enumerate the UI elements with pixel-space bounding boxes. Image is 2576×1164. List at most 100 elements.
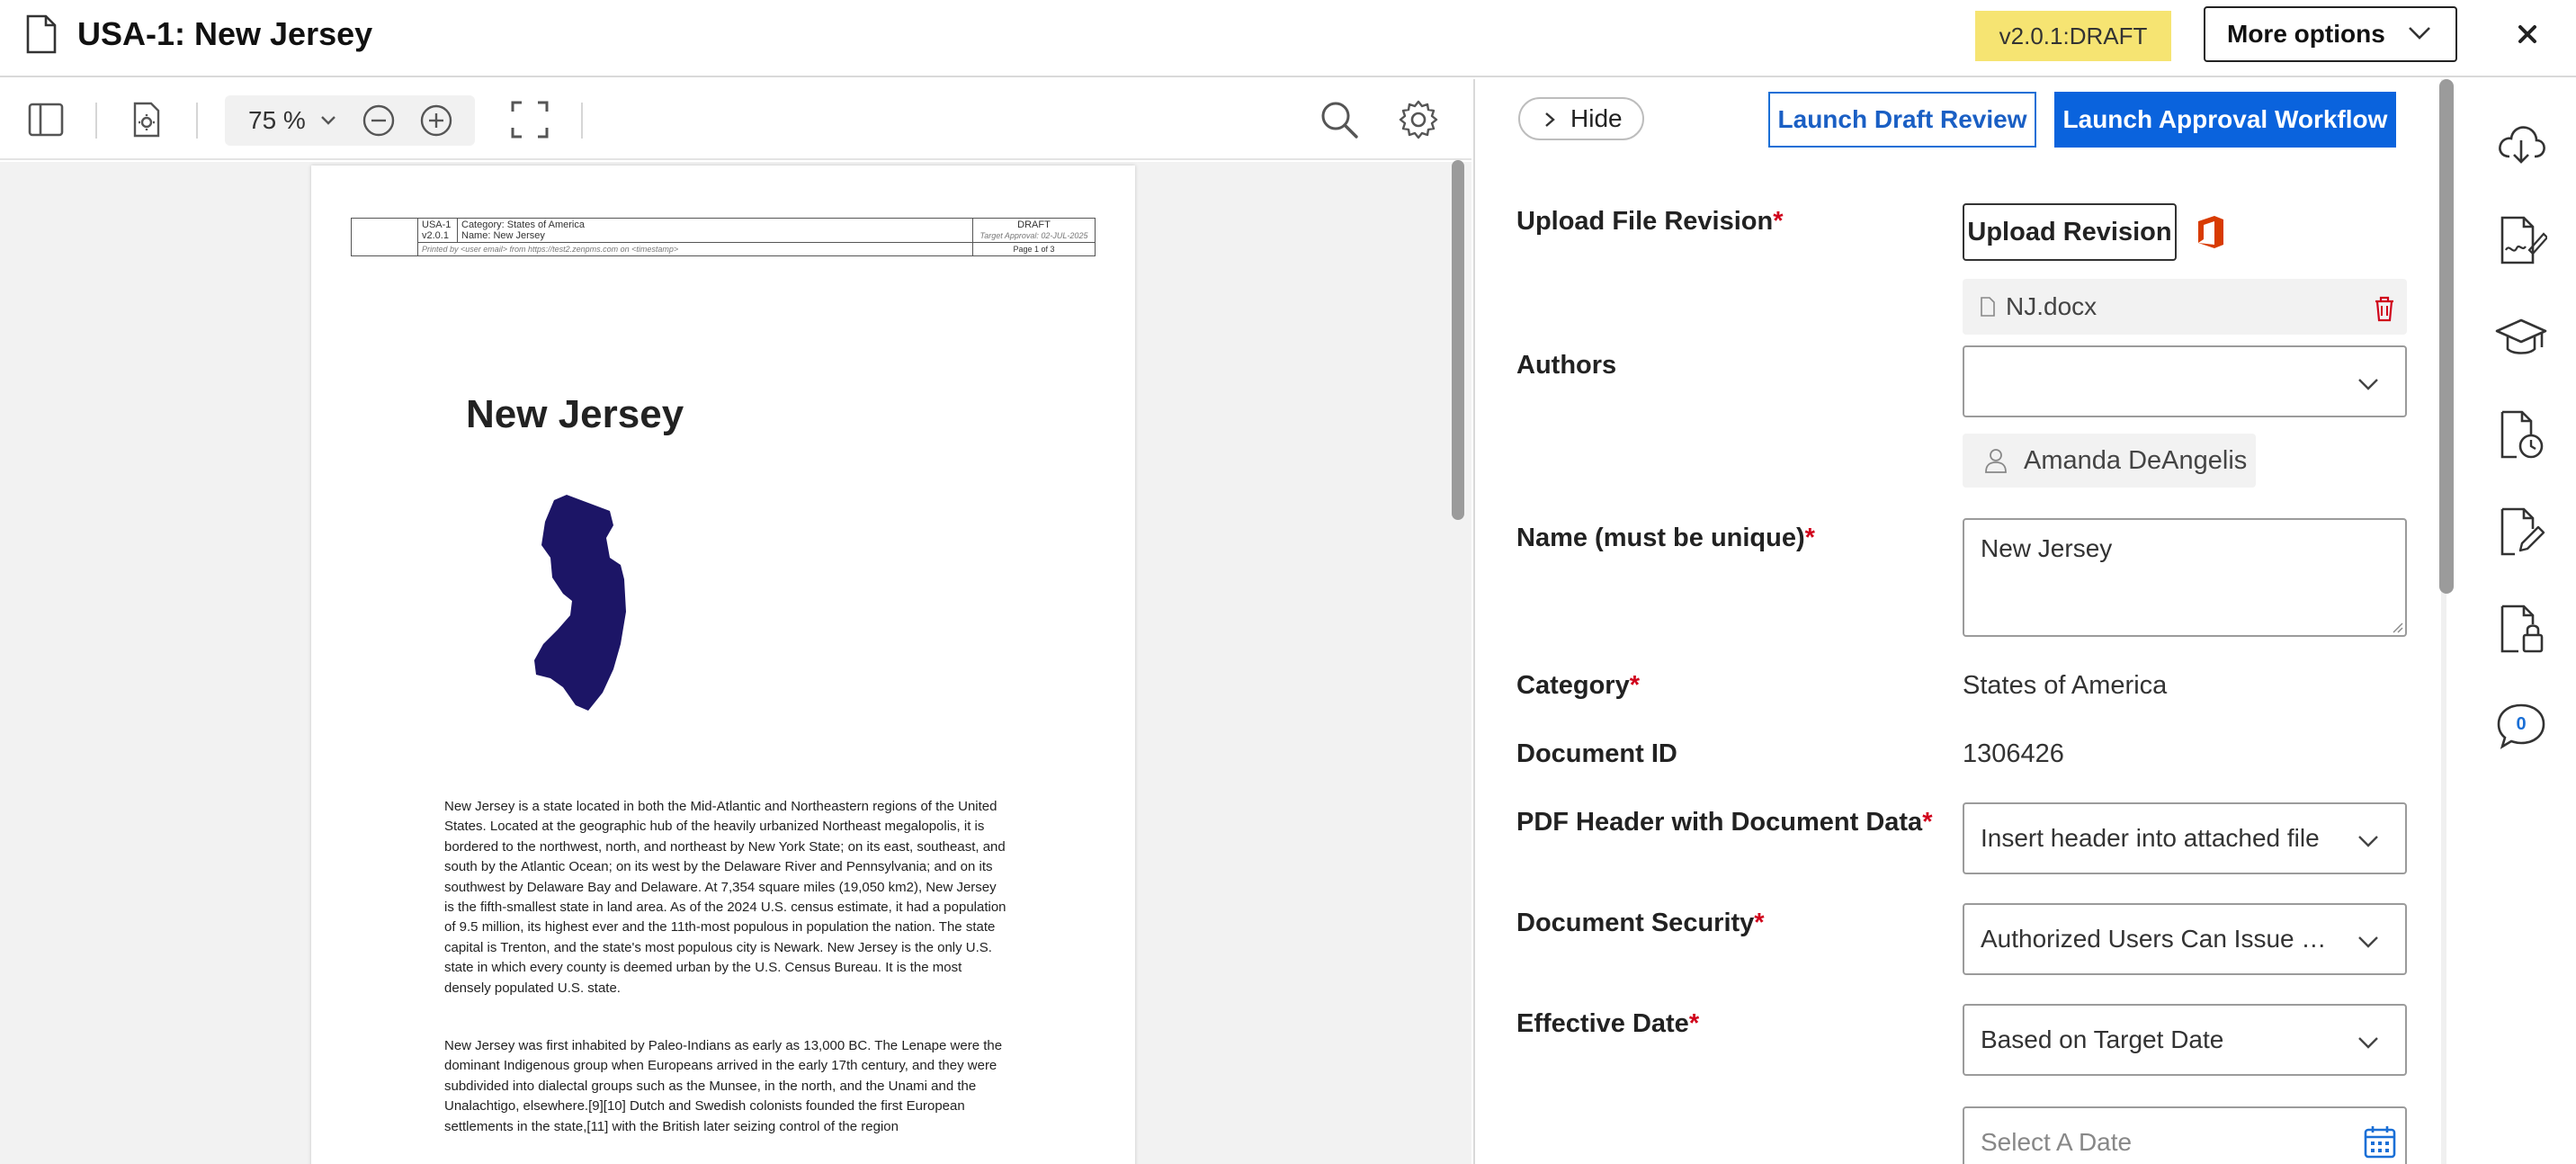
launch-approval-workflow-button[interactable]: Launch Approval Workflow xyxy=(2054,92,2396,148)
comment-count: 0 xyxy=(2516,714,2527,734)
document-security-select-value: Authorized Users Can Issue Copies xyxy=(1981,925,2342,953)
lock-document-icon[interactable] xyxy=(2495,603,2547,655)
author-chip[interactable]: Amanda DeAngelis xyxy=(1963,434,2256,488)
close-icon[interactable] xyxy=(2509,16,2545,52)
comments-button[interactable]: 0 xyxy=(2495,700,2547,752)
header-printed-by: Printed by <user email> from https://tes… xyxy=(417,242,973,256)
toolbar-divider xyxy=(581,103,583,139)
required-marker: * xyxy=(1754,909,1765,937)
history-icon[interactable] xyxy=(2495,408,2547,461)
category-label: Category* xyxy=(1516,671,1640,700)
document-title: New Jersey xyxy=(466,392,684,436)
app-header: USA-1: New Jersey v2.0.1:DRAFT More opti… xyxy=(0,0,2576,77)
viewer-scrollbar[interactable] xyxy=(1452,160,1464,520)
document-page: USA-1 v2.0.1 Category: States of America… xyxy=(311,166,1135,1164)
panel-scrollbar[interactable] xyxy=(2439,79,2454,594)
header-status-cell: DRAFT Target Approval: 02-JUL-2025 xyxy=(972,218,1096,243)
authors-label: Authors xyxy=(1516,351,1617,380)
header-name-label: Name: xyxy=(461,230,491,241)
header-target-approval: Target Approval: 02-JUL-2025 xyxy=(979,231,1088,240)
office-icon[interactable] xyxy=(2195,214,2227,250)
header-name-value: New Jersey xyxy=(493,230,545,241)
trash-icon[interactable] xyxy=(2373,295,2396,322)
required-marker: * xyxy=(1629,671,1640,700)
upload-revision-button[interactable]: Upload Revision xyxy=(1963,203,2177,261)
pdf-header-label: PDF Header with Document Data* xyxy=(1516,808,1933,837)
document-paragraph: New Jersey was first inhabited by Paleo-… xyxy=(444,1038,1003,1134)
header-category-value: States of America xyxy=(506,219,585,230)
resize-grip-icon[interactable] xyxy=(2393,622,2403,633)
document-security-label: Document Security* xyxy=(1516,909,1765,937)
edit-document-icon[interactable] xyxy=(2495,506,2547,558)
author-name: Amanda DeAngelis xyxy=(2024,446,2248,475)
document-id-label: Document ID xyxy=(1516,739,1677,768)
chevron-down-icon xyxy=(2358,836,2378,847)
chevron-down-icon[interactable] xyxy=(318,113,338,128)
effective-date-select[interactable]: Based on Target Date xyxy=(1963,1004,2407,1076)
chevron-down-icon xyxy=(2358,379,2378,390)
viewer-toolbar: 75 % xyxy=(0,79,1471,160)
document-header-table: USA-1 v2.0.1 Category: States of America… xyxy=(351,218,1096,256)
effective-date-label: Effective Date* xyxy=(1516,1009,1700,1038)
panel-actions: Hide Launch Draft Review Launch Approval… xyxy=(1475,79,2446,158)
version-badge: v2.0.1:DRAFT xyxy=(1975,11,2171,61)
pdf-header-select-value: Insert header into attached file xyxy=(1981,824,2320,852)
header-category-label: Category: xyxy=(461,219,505,230)
chevron-down-icon xyxy=(2358,1037,2378,1049)
document-id-value: 1306426 xyxy=(1963,739,2064,768)
calendar-icon[interactable] xyxy=(2364,1124,2396,1159)
authors-select[interactable] xyxy=(1963,345,2407,417)
pdf-header-select[interactable]: Insert header into attached file xyxy=(1963,802,2407,874)
header-code-cell: USA-1 v2.0.1 xyxy=(417,218,458,243)
document-icon xyxy=(26,14,57,54)
header-info-cell: Category: States of America Name: New Je… xyxy=(457,218,973,243)
effective-date-input[interactable] xyxy=(1963,1106,2407,1164)
attached-file: NJ.docx xyxy=(1963,279,2407,335)
hide-panel-button[interactable]: Hide xyxy=(1518,97,1644,140)
zoom-out-icon[interactable] xyxy=(362,103,396,138)
chevron-right-icon xyxy=(1545,112,1555,127)
page-settings-icon[interactable] xyxy=(126,99,167,140)
file-icon xyxy=(1981,297,1995,317)
effective-date-select-value: Based on Target Date xyxy=(1981,1025,2224,1053)
zoom-select[interactable]: 75 % xyxy=(248,95,306,146)
attached-file-name: NJ.docx xyxy=(2006,292,2097,320)
required-marker: * xyxy=(1922,808,1933,837)
header-doc-version: v2.0.1 xyxy=(422,230,449,241)
page-title: USA-1: New Jersey xyxy=(77,15,373,52)
toolbar-divider xyxy=(196,103,198,139)
required-marker: * xyxy=(1773,207,1784,236)
zoom-control: 75 % xyxy=(225,95,475,146)
header-logo-cell xyxy=(351,218,418,256)
right-action-rail: 0 xyxy=(2464,79,2576,1164)
header-page-info: Page 1 of 3 xyxy=(972,242,1096,256)
header-doc-code: USA-1 xyxy=(422,219,452,230)
signature-icon[interactable] xyxy=(2495,214,2547,266)
header-status: DRAFT xyxy=(1017,219,1051,230)
more-options-button[interactable]: More options xyxy=(2204,6,2457,62)
category-value: States of America xyxy=(1963,671,2168,700)
document-properties-panel: Hide Launch Draft Review Launch Approval… xyxy=(1473,79,2454,1164)
document-security-select[interactable]: Authorized Users Can Issue Copies xyxy=(1963,903,2407,975)
sidebar-toggle-icon[interactable] xyxy=(25,99,67,140)
required-marker: * xyxy=(1804,524,1815,552)
launch-draft-review-button[interactable]: Launch Draft Review xyxy=(1768,92,2036,148)
document-paragraph: New Jersey is a state located in both th… xyxy=(444,799,1006,996)
user-icon xyxy=(1985,449,2007,473)
hide-panel-label: Hide xyxy=(1570,104,1623,132)
chevron-down-icon xyxy=(2358,936,2378,948)
upload-revision-label: Upload File Revision* xyxy=(1516,207,1784,236)
training-icon[interactable] xyxy=(2495,311,2547,363)
document-viewer[interactable]: USA-1 v2.0.1 Category: States of America… xyxy=(0,162,1471,1164)
search-icon[interactable] xyxy=(1319,99,1360,140)
name-input[interactable]: New Jersey xyxy=(1963,518,2407,637)
fullscreen-icon[interactable] xyxy=(509,99,550,140)
cloud-download-icon[interactable] xyxy=(2495,117,2547,169)
required-marker: * xyxy=(1688,1009,1700,1038)
chevron-down-icon xyxy=(2409,27,2430,40)
zoom-in-icon[interactable] xyxy=(419,103,453,138)
name-label: Name (must be unique)* xyxy=(1516,524,1815,552)
toolbar-divider xyxy=(95,103,97,139)
gear-icon[interactable] xyxy=(1398,99,1439,140)
new-jersey-map-image xyxy=(534,495,626,711)
